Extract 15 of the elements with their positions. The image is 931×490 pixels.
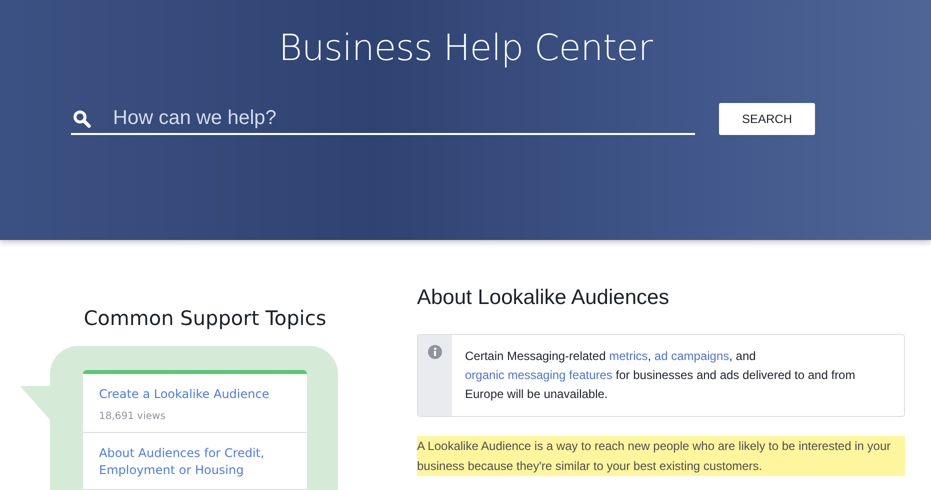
topic-link[interactable]: Create a Lookalike Audience — [99, 386, 291, 403]
search-button[interactable]: SEARCH — [719, 103, 815, 135]
article-title: About Lookalike Audiences — [417, 286, 670, 310]
info-icon — [428, 345, 442, 359]
view-count: 18,691 views — [99, 411, 166, 422]
topic-link[interactable]: About Audiences for Credit, Employment or Housing — [99, 445, 291, 479]
search-icon — [73, 110, 91, 128]
page-title: Business Help Center — [278, 28, 654, 69]
text-link[interactable]: metrics — [609, 349, 648, 363]
text-link[interactable]: ad campaigns — [654, 349, 730, 363]
search-field[interactable]: How can we help? — [71, 103, 695, 135]
text-link[interactable]: organic messaging features — [465, 368, 612, 382]
highlighted-paragraph: A Lookalike Audience is a way to reach new people who are likely to be interested in your business because they're similar to your best existing customers. — [417, 436, 905, 476]
notice-text: Certain Messaging-related metrics, ad campaigns, and organic messaging features for businesses and ads delivered to and from Europe will be unavailable. — [465, 348, 856, 403]
section-heading: Common Support Topics — [82, 306, 328, 330]
